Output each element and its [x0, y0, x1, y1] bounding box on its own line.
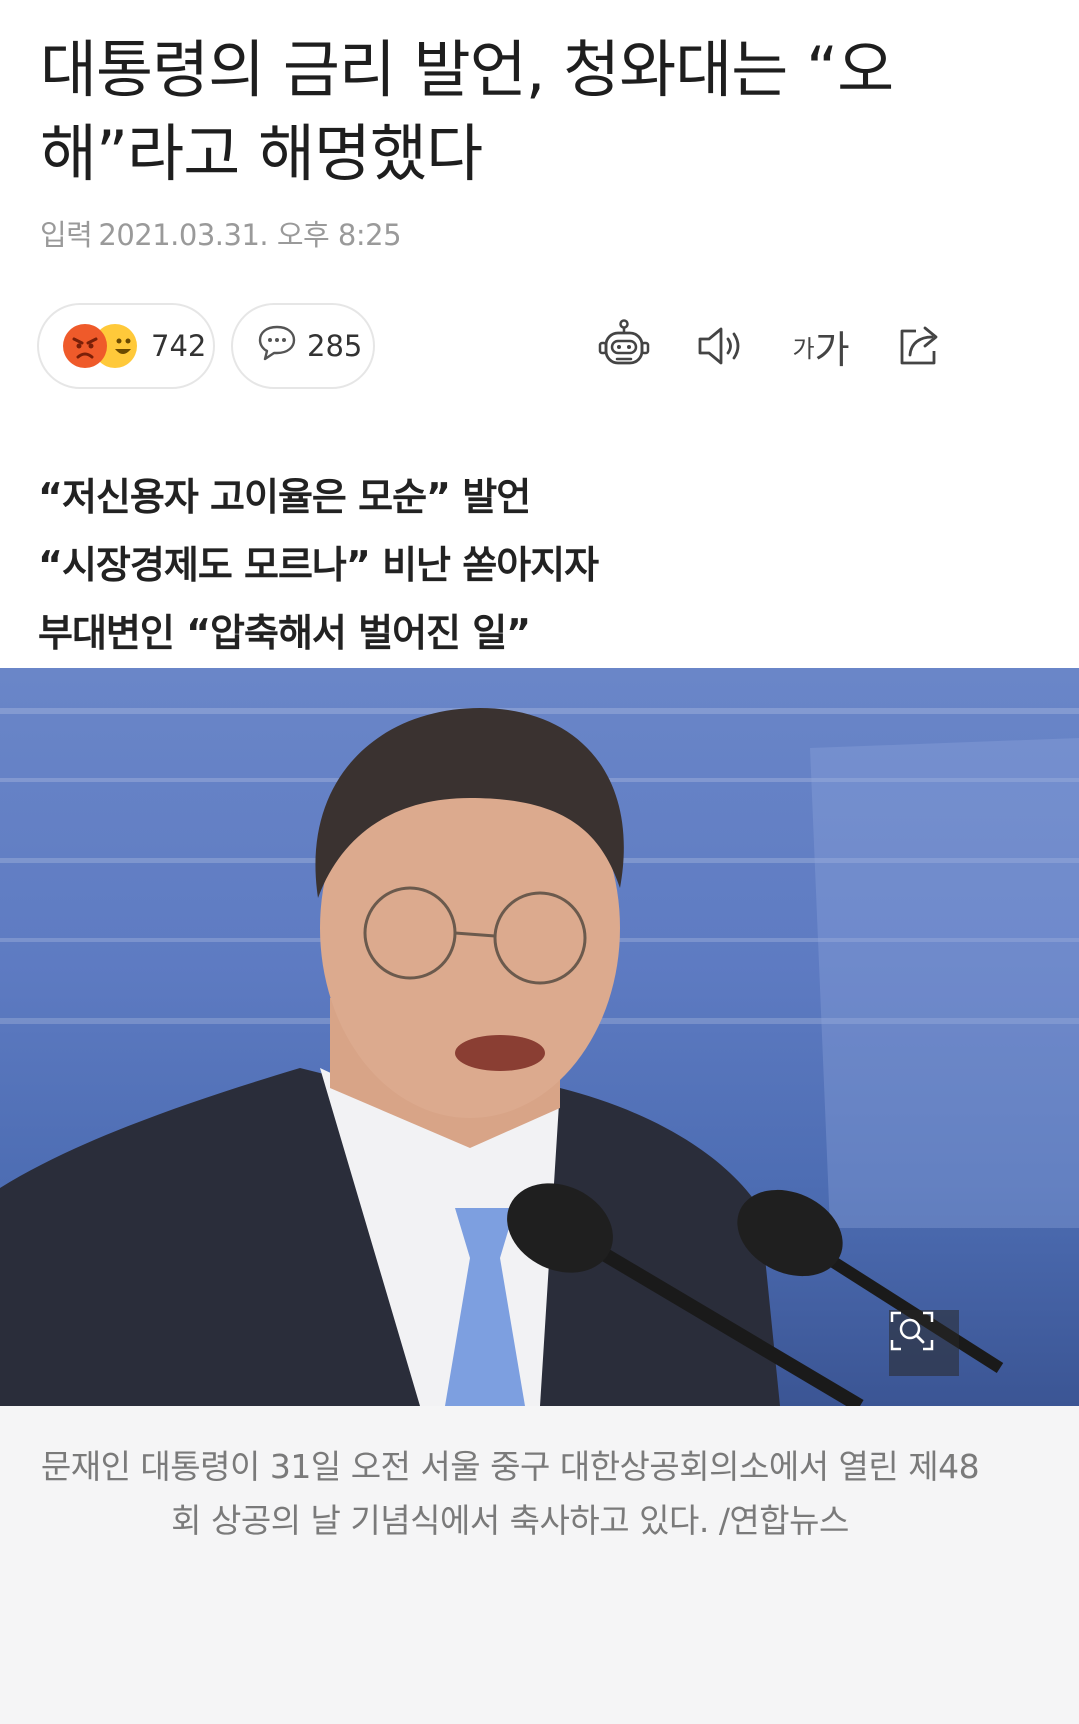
article-subtitles: “저신용자 고이율은 모순” 발언 “시장경제도 모르나” 비난 쏟아지자 부대… — [38, 463, 599, 667]
subtitle-line: “저신용자 고이율은 모순” 발언 — [38, 475, 531, 519]
speaker-icon[interactable] — [693, 318, 749, 374]
subtitle-line: 부대변인 “압축해서 벌어진 일” — [38, 611, 531, 655]
photo-illustration — [0, 708, 1079, 1406]
subtitle-line: “시장경제도 모르나” 비난 쏟아지자 — [38, 543, 599, 587]
font-size-icon[interactable]: 가가 — [788, 318, 854, 374]
article-page: 대통령의 금리 발언, 청와대는 “오해”라고 해명했다 입력 2021.03.3… — [0, 0, 1079, 1724]
angry-face-icon — [63, 324, 107, 368]
speech-bubble-icon — [257, 324, 297, 369]
font-size-large-label: 가 — [814, 327, 850, 372]
share-icon[interactable] — [892, 318, 948, 374]
font-size-small-label: 가 — [792, 334, 815, 363]
comment-count: 285 — [307, 329, 363, 363]
photo-caption: 문재인 대통령이 31일 오전 서울 중구 대한상공회의소에서 열린 제48회 … — [40, 1447, 980, 1540]
reaction-count: 742 — [151, 329, 207, 363]
reaction-button[interactable]: 742 — [37, 303, 215, 389]
photo-caption-box: 문재인 대통령이 31일 오전 서울 중구 대한상공회의소에서 열린 제48회 … — [0, 1406, 1079, 1724]
reaction-emoji-group — [63, 324, 143, 368]
article-title: 대통령의 금리 발언, 청와대는 “오해”라고 해명했다 — [40, 33, 894, 190]
article-meta: 입력 2021.03.31. 오후 8:25 — [40, 212, 402, 254]
magnifier-zoom-icon[interactable] — [889, 1310, 959, 1376]
input-label: 입력 — [40, 218, 93, 252]
article-photo[interactable] — [0, 668, 1079, 1406]
article-date: 2021.03.31. 오후 8:25 — [98, 218, 402, 252]
robot-summary-icon[interactable] — [596, 318, 652, 374]
comment-button[interactable]: 285 — [231, 303, 375, 389]
